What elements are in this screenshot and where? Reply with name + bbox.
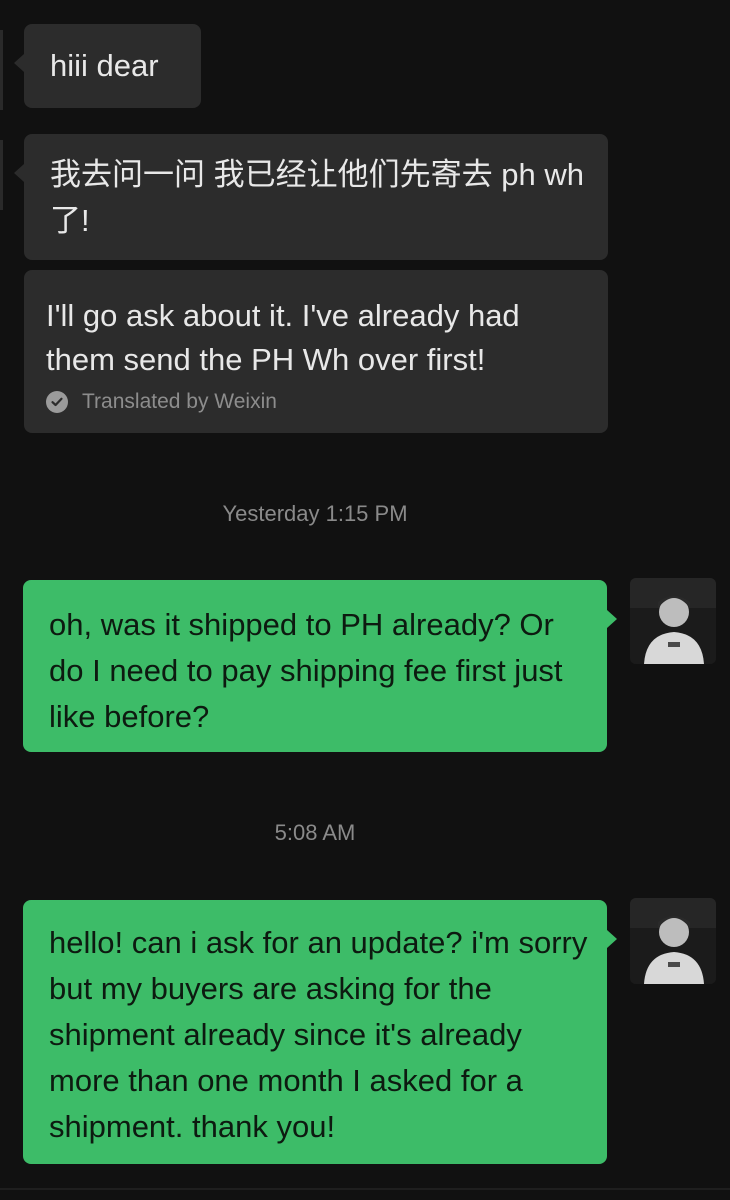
- chat-conversation[interactable]: hiii dear 我去问一问 我已经让他们先寄去 ph wh 了! I'll …: [0, 0, 730, 1200]
- avatar-photo: [630, 898, 716, 984]
- outgoing-message[interactable]: hello! can i ask for an update? i'm sorr…: [23, 900, 617, 1164]
- incoming-message[interactable]: 我去问一问 我已经让他们先寄去 ph wh 了!: [14, 134, 608, 260]
- check-circle-icon: [46, 391, 68, 413]
- incoming-message[interactable]: hiii dear: [14, 24, 201, 108]
- avatar-photo: [630, 578, 716, 664]
- left-edge-marker: [0, 140, 3, 210]
- translated-by-row: Translated by Weixin: [46, 390, 588, 414]
- translation-text: I'll go ask about it. I've already had t…: [46, 298, 520, 377]
- message-text: hello! can i ask for an update? i'm sorr…: [49, 925, 588, 1144]
- bottom-divider: [0, 1188, 730, 1190]
- message-text: hiii dear: [50, 48, 159, 83]
- user-avatar[interactable]: [630, 898, 716, 984]
- translation-card[interactable]: I'll go ask about it. I've already had t…: [24, 270, 608, 433]
- timestamp: Yesterday 1:15 PM: [222, 501, 408, 526]
- user-avatar[interactable]: [630, 578, 716, 664]
- outgoing-message[interactable]: oh, was it shipped to PH already? Or do …: [23, 580, 617, 752]
- message-text: 我去问一问 我已经让他们先寄去 ph wh 了!: [50, 157, 584, 238]
- timestamp: 5:08 AM: [274, 820, 356, 845]
- message-text: oh, was it shipped to PH already? Or do …: [49, 607, 563, 734]
- left-edge-marker: [0, 30, 3, 110]
- translated-by-label: Translated by Weixin: [82, 390, 277, 413]
